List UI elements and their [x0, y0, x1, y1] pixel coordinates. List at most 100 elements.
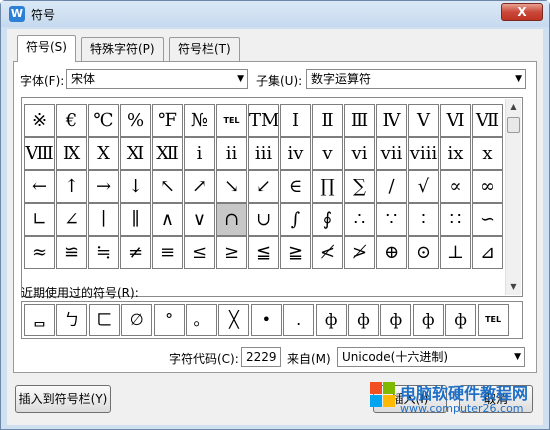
symbol-cell[interactable]: ∵ — [376, 203, 407, 236]
symbol-cell[interactable]: Ⅸ — [56, 137, 87, 170]
symbol-cell[interactable]: ∑ — [344, 170, 375, 203]
recent-symbol-cell[interactable]: ° — [153, 304, 185, 336]
symbol-cell[interactable]: ∽ — [472, 203, 503, 236]
symbol-cell[interactable]: Ⅶ — [472, 104, 503, 137]
symbol-cell[interactable]: ≦ — [248, 236, 279, 269]
symbol-cell[interactable]: ∠ — [56, 203, 87, 236]
symbol-cell[interactable]: Ⅰ — [280, 104, 311, 137]
symbol-cell[interactable]: Ⅵ — [440, 104, 471, 137]
symbol-cell[interactable]: Ⅳ — [376, 104, 407, 137]
symbol-cell[interactable]: ↙ — [248, 170, 279, 203]
tab-symbol-bar[interactable]: 符号栏(T) — [169, 37, 240, 61]
recent-symbol-cell[interactable]: ф — [445, 304, 477, 336]
symbol-cell[interactable]: ℉ — [152, 104, 183, 137]
font-select[interactable]: 宋体 ▼ — [66, 69, 248, 89]
symbol-cell[interactable]: ∞ — [472, 170, 503, 203]
symbol-cell[interactable]: ∫ — [280, 203, 311, 236]
recent-symbol-cell[interactable]: ф — [348, 304, 379, 336]
recent-symbol-cell[interactable]: ф — [412, 304, 444, 336]
symbol-cell[interactable]: ∨ — [184, 203, 215, 236]
recent-symbol-cell[interactable]: ᆷ — [24, 304, 55, 336]
recent-symbol-cell[interactable]: ф — [380, 304, 412, 336]
symbol-cell[interactable]: ⅸ — [440, 137, 471, 170]
symbol-cell[interactable]: ≈ — [24, 236, 55, 269]
symbol-cell[interactable]: ⅷ — [408, 137, 439, 170]
symbol-cell[interactable]: ≠ — [120, 236, 151, 269]
symbol-cell[interactable]: ↗ — [184, 170, 215, 203]
symbol-cell[interactable]: → — [88, 170, 119, 203]
symbol-cell[interactable]: № — [184, 104, 215, 137]
symbol-cell[interactable]: Ⅴ — [408, 104, 439, 137]
symbol-cell[interactable]: ※ — [24, 104, 55, 137]
symbol-cell[interactable]: ⅲ — [248, 137, 279, 170]
recent-symbol-cell[interactable]: ф — [315, 304, 347, 336]
symbol-cell[interactable]: ⊿ — [472, 236, 503, 269]
recent-symbol-cell[interactable]: ㄅ — [56, 304, 88, 336]
symbol-cell[interactable]: ⅵ — [344, 137, 375, 170]
symbol-cell[interactable]: ∝ — [440, 170, 471, 203]
symbol-cell[interactable]: ∮ — [312, 203, 343, 236]
symbol-cell[interactable]: ↘ — [216, 170, 247, 203]
symbol-cell[interactable]: ⅳ — [280, 137, 311, 170]
symbol-cell[interactable]: ∴ — [344, 203, 375, 236]
symbol-cell[interactable]: ∪ — [248, 203, 279, 236]
recent-symbol-cell[interactable]: ∅ — [121, 304, 153, 336]
symbol-cell[interactable]: ∶ — [408, 203, 439, 236]
scroll-thumb[interactable] — [507, 117, 520, 133]
subset-select[interactable]: 数字运算符 ▼ — [306, 69, 526, 89]
close-button[interactable]: X — [501, 3, 543, 21]
symbol-cell[interactable]: ∟ — [24, 203, 55, 236]
symbol-cell[interactable]: ⅴ — [312, 137, 343, 170]
symbol-cell[interactable]: Ⅺ — [120, 137, 151, 170]
symbol-cell[interactable]: ↑ — [56, 170, 87, 203]
symbol-cell[interactable]: ≮ — [312, 236, 343, 269]
symbol-cell[interactable]: Ⅻ — [152, 137, 183, 170]
symbol-cell[interactable]: ∣ — [88, 203, 119, 236]
from-select[interactable]: Unicode(十六进制) ▼ — [337, 347, 525, 367]
symbol-cell[interactable]: ≌ — [56, 236, 87, 269]
symbol-cell[interactable]: ⅶ — [376, 137, 407, 170]
tab-symbols[interactable]: 符号(S) — [17, 35, 76, 62]
symbol-cell[interactable]: % — [120, 104, 151, 137]
symbol-cell[interactable]: TM — [248, 104, 279, 137]
symbol-grid-scrollbar[interactable]: ▲ ▼ — [505, 99, 521, 295]
symbol-cell[interactable]: ∏ — [312, 170, 343, 203]
symbol-cell[interactable]: € — [56, 104, 87, 137]
symbol-cell[interactable]: ⊕ — [376, 236, 407, 269]
symbol-cell[interactable]: √ — [408, 170, 439, 203]
symbol-cell[interactable]: ∈ — [280, 170, 311, 203]
symbol-cell[interactable]: ℃ — [88, 104, 119, 137]
symbol-cell[interactable]: ↖ — [152, 170, 183, 203]
recent-symbol-cell[interactable]: 。 — [186, 304, 217, 336]
symbol-cell[interactable]: Ⅱ — [312, 104, 343, 137]
symbol-cell[interactable]: ⅹ — [472, 137, 503, 170]
tab-special-chars[interactable]: 特殊字符(P) — [81, 37, 164, 61]
symbol-cell[interactable]: ⊥ — [440, 236, 471, 269]
symbol-cell[interactable]: ≒ — [88, 236, 119, 269]
symbol-cell[interactable]: ≥ — [216, 236, 247, 269]
symbol-cell[interactable]: ⅰ — [184, 137, 215, 170]
symbol-cell[interactable]: TEL — [216, 104, 247, 137]
symbol-cell[interactable]: Ⅷ — [24, 137, 55, 170]
recent-symbol-cell[interactable]: . — [283, 304, 315, 336]
recent-symbol-cell[interactable]: TEL — [477, 304, 509, 336]
symbol-cell[interactable]: ⅱ — [216, 137, 247, 170]
symbol-cell[interactable]: ↓ — [120, 170, 151, 203]
recent-symbol-cell[interactable]: • — [250, 304, 282, 336]
symbol-cell[interactable]: Ⅹ — [88, 137, 119, 170]
symbol-cell[interactable]: ∷ — [440, 203, 471, 236]
symbol-cell[interactable]: ∧ — [152, 203, 183, 236]
symbol-cell[interactable]: ∕ — [376, 170, 407, 203]
char-code-input[interactable]: 2229 — [241, 347, 281, 367]
recent-symbol-cell[interactable]: ╳ — [218, 304, 250, 336]
symbol-cell[interactable]: ∩ — [216, 203, 247, 236]
symbol-cell[interactable]: ← — [24, 170, 55, 203]
symbol-cell[interactable]: Ⅲ — [344, 104, 375, 137]
symbol-cell[interactable]: ⊙ — [408, 236, 439, 269]
symbol-cell[interactable]: ≡ — [152, 236, 183, 269]
scroll-up-icon[interactable]: ▲ — [506, 99, 521, 115]
symbol-cell[interactable]: ≧ — [280, 236, 311, 269]
scroll-down-icon[interactable]: ▼ — [506, 279, 521, 295]
symbol-cell[interactable]: ≤ — [184, 236, 215, 269]
symbol-cell[interactable]: ∥ — [120, 203, 151, 236]
